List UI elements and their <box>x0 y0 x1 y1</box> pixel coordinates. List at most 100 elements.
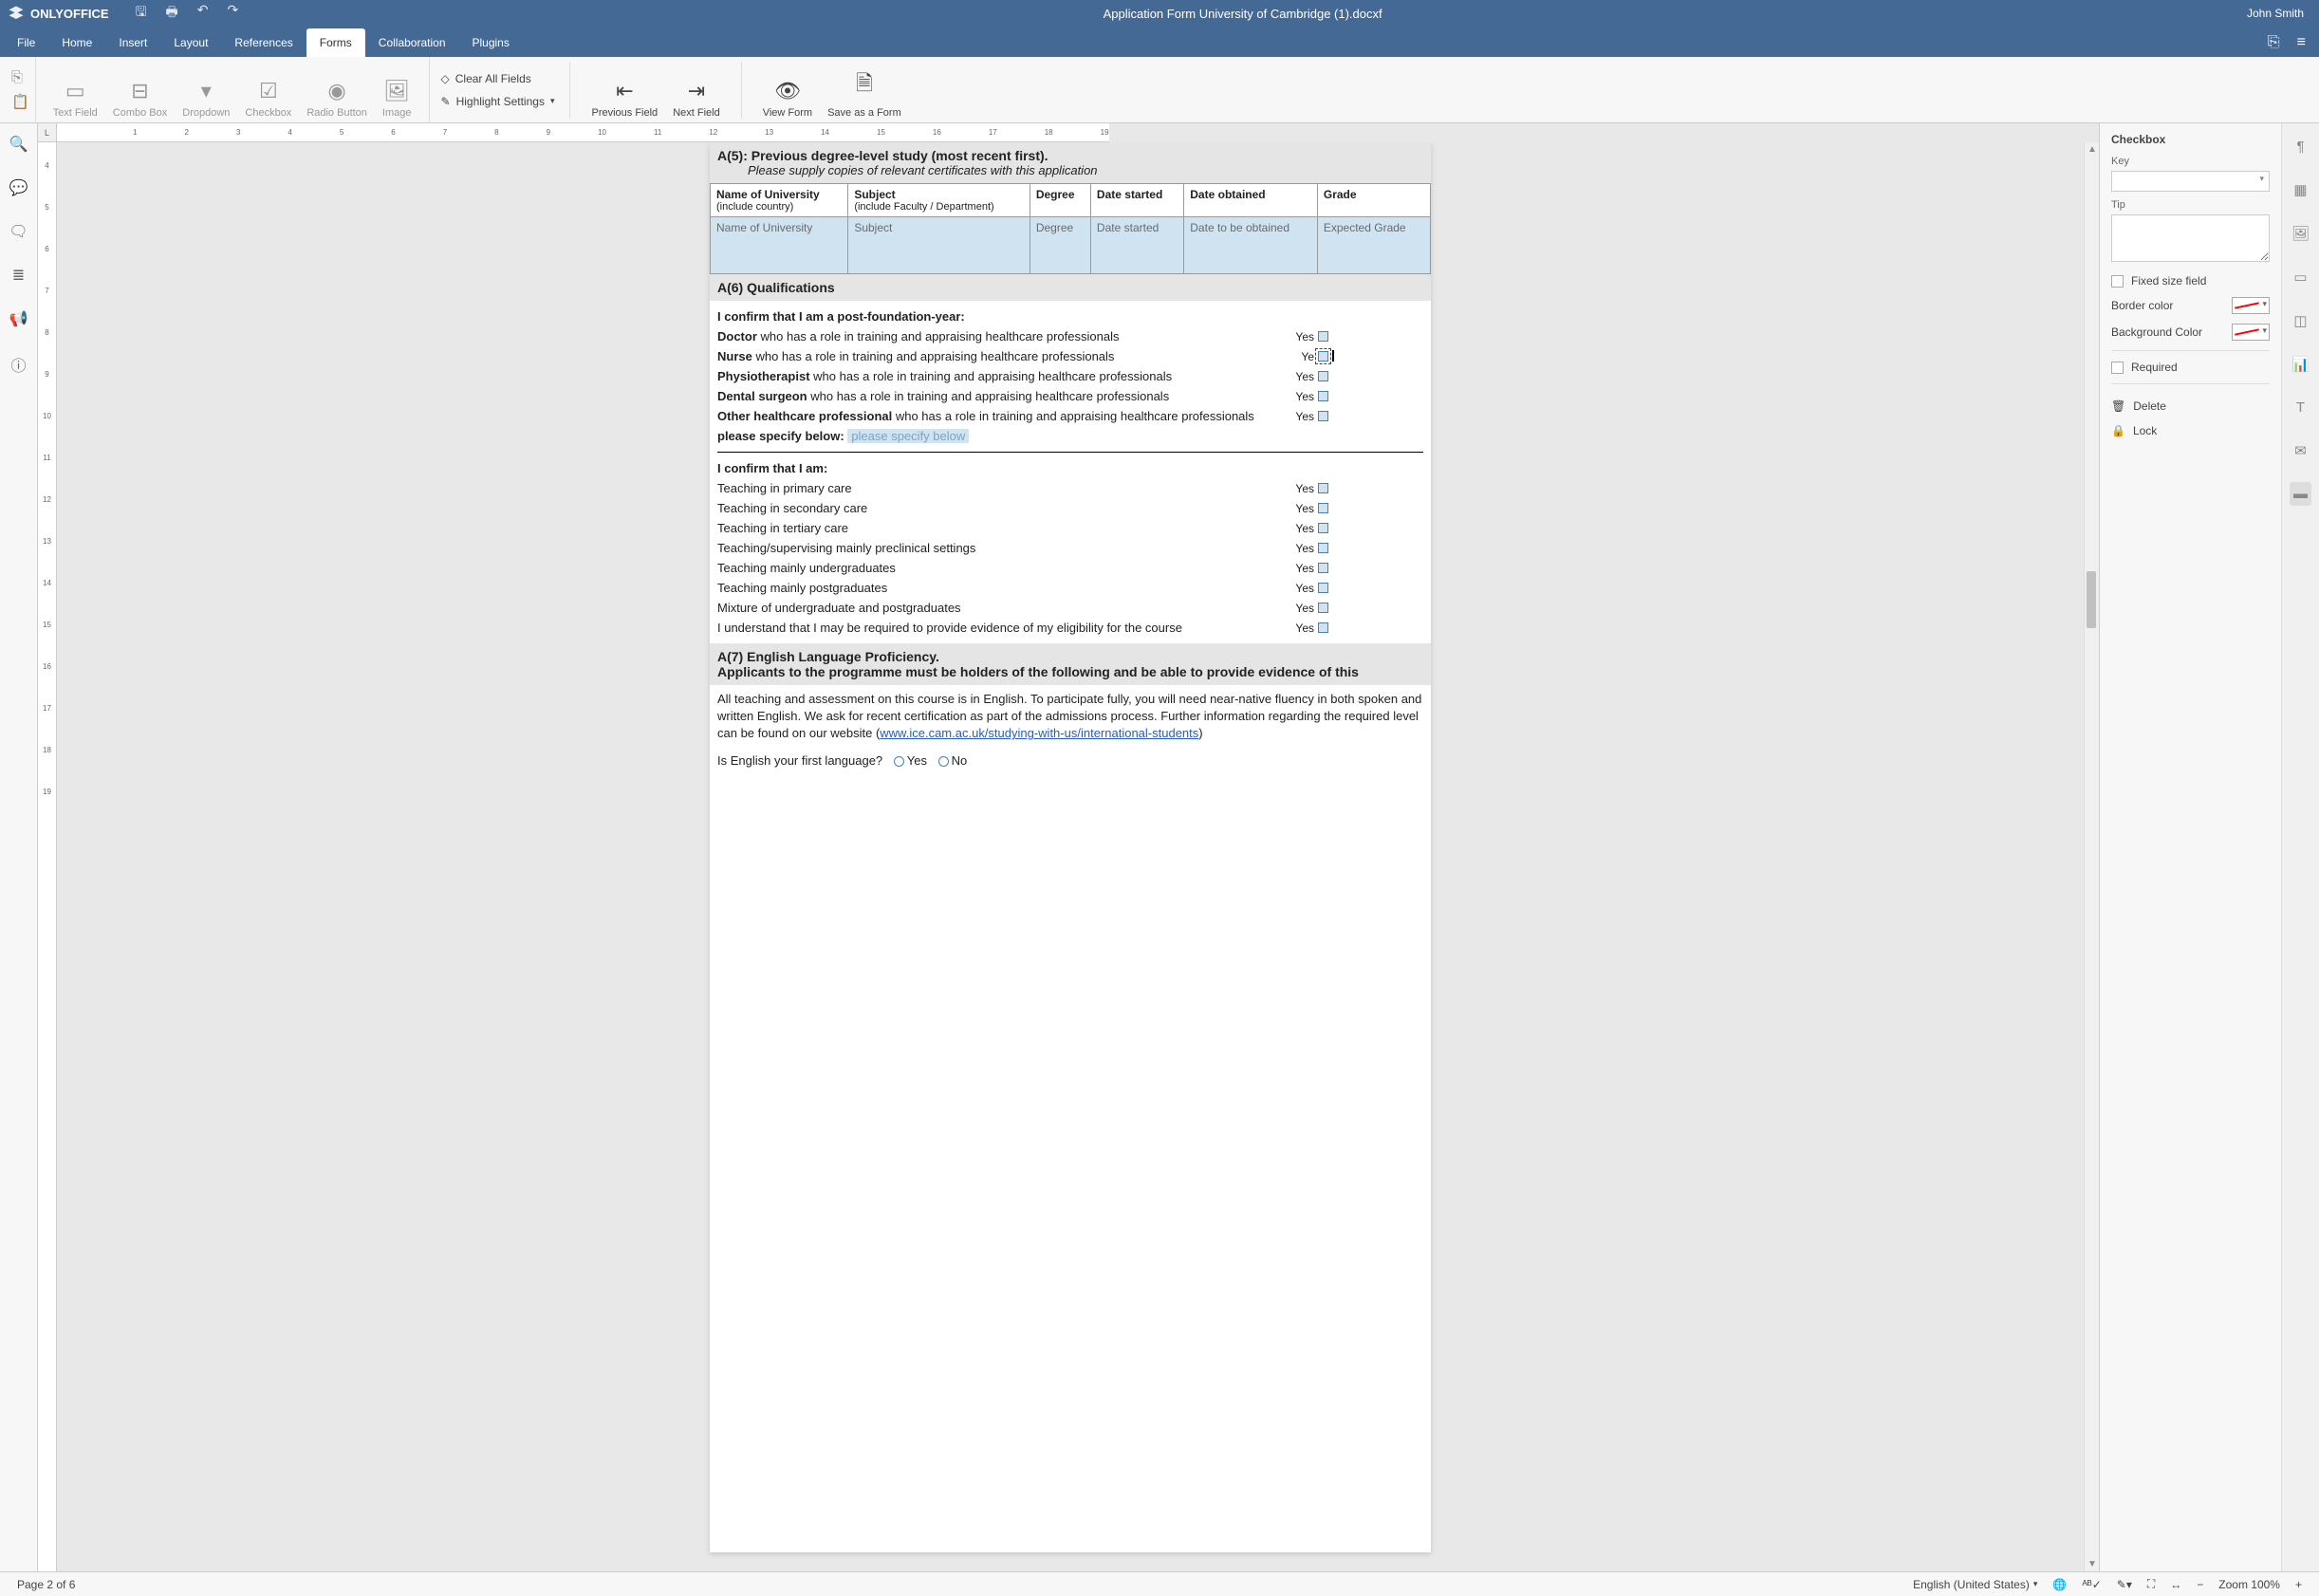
fit-page-icon[interactable]: ⛶ <box>2147 1577 2155 1591</box>
save-icon[interactable]: 🖫 <box>136 2 147 25</box>
find-icon[interactable]: 🔍 <box>9 135 28 154</box>
zoom-out-button[interactable]: − <box>2197 1578 2203 1591</box>
globe-icon[interactable]: 🌐 <box>2052 1578 2067 1591</box>
delete-button[interactable]: 🗑Delete <box>2111 394 2270 418</box>
horizontal-ruler[interactable]: 12345678910111213141516171819 <box>57 123 1109 142</box>
page-indicator[interactable]: Page 2 of 6 <box>17 1578 75 1591</box>
highlight-settings-button[interactable]: ✎Highlight Settings▾ <box>441 95 555 108</box>
chat-icon[interactable]: 🗨 <box>9 222 28 241</box>
yes-checkbox[interactable]: Yes <box>1295 602 1328 615</box>
field-started[interactable]: Date started <box>1090 217 1183 274</box>
radio-yes[interactable] <box>894 756 904 767</box>
trash-icon: 🗑 <box>2111 399 2125 413</box>
form-tab-icon[interactable]: ▬ <box>2290 482 2311 506</box>
fixed-size-row[interactable]: Fixed size field <box>2111 274 2270 288</box>
scrollbar-thumb[interactable] <box>2087 571 2096 628</box>
specify-field[interactable]: please specify below <box>847 429 969 443</box>
header-tab-icon[interactable]: ▭ <box>2290 265 2310 289</box>
yes-checkbox[interactable]: Yes <box>1295 622 1328 635</box>
field-grade[interactable]: Expected Grade <box>1317 217 1430 274</box>
field-obtained[interactable]: Date to be obtained <box>1184 217 1318 274</box>
save-as-form-button[interactable]: 🗎Save as a Form <box>820 65 909 122</box>
chart-tab-icon[interactable]: 📊 <box>2288 352 2313 377</box>
zoom-in-button[interactable]: + <box>2295 1578 2302 1591</box>
border-color-picker[interactable] <box>2232 297 2270 314</box>
copy-icon[interactable]: ⎘ <box>11 69 29 85</box>
yes-checkbox[interactable]: Ye <box>1301 350 1328 363</box>
feedback-icon[interactable]: 📢 <box>9 309 28 328</box>
col-university: Name of University(include country) <box>711 184 848 217</box>
field-subject[interactable]: Subject <box>848 217 1030 274</box>
track-changes-icon[interactable]: ✎▾ <box>2117 1578 2132 1591</box>
radio-button-button[interactable]: ◉Radio Button <box>299 65 375 122</box>
shape-tab-icon[interactable]: ◫ <box>2290 308 2310 333</box>
yes-checkbox[interactable]: Yes <box>1295 522 1328 535</box>
vertical-ruler[interactable]: 45678910111213141516171819 <box>38 142 57 1571</box>
chevron-down-icon[interactable]: ▾ <box>2259 174 2264 184</box>
key-input[interactable] <box>2111 171 2270 192</box>
tab-insert[interactable]: Insert <box>105 28 160 57</box>
dropdown-button[interactable]: ▾Dropdown <box>175 65 237 122</box>
yes-checkbox[interactable]: Yes <box>1295 410 1328 423</box>
table-tab-icon[interactable]: ▦ <box>2290 177 2310 202</box>
vertical-scrollbar[interactable]: ▲ ▼ <box>2084 142 2099 1571</box>
teaching-row: Mixture of undergraduate and postgraduat… <box>717 598 1423 618</box>
open-location-icon[interactable]: ⎘ <box>2268 34 2280 51</box>
mail-tab-icon[interactable]: ✉ <box>2291 438 2310 463</box>
document-canvas[interactable]: A(5): Previous degree-level study (most … <box>57 142 2084 1571</box>
previous-field-button[interactable]: ⇤Previous Field <box>584 65 665 122</box>
document-page[interactable]: A(5): Previous degree-level study (most … <box>710 142 1431 1552</box>
yes-checkbox[interactable]: Yes <box>1295 482 1328 495</box>
yes-checkbox[interactable]: Yes <box>1295 390 1328 403</box>
tab-forms[interactable]: Forms <box>306 28 365 57</box>
tab-layout[interactable]: Layout <box>160 28 221 57</box>
tab-home[interactable]: Home <box>48 28 105 57</box>
text-field-button[interactable]: ▭Text Field <box>46 65 105 122</box>
fixed-size-checkbox[interactable] <box>2111 275 2124 288</box>
checkbox-button[interactable]: ☑Checkbox <box>237 65 299 122</box>
next-field-button[interactable]: ⇥Next Field <box>665 65 728 122</box>
language-selector[interactable]: English (United States)▾ <box>1913 1578 2037 1591</box>
tip-input[interactable] <box>2111 214 2270 262</box>
required-checkbox[interactable] <box>2111 362 2124 374</box>
yes-checkbox[interactable]: Yes <box>1295 330 1328 343</box>
scroll-up-icon[interactable]: ▲ <box>2087 144 2097 155</box>
field-university[interactable]: Name of University <box>711 217 848 274</box>
comments-icon[interactable]: 💬 <box>9 178 28 197</box>
textart-tab-icon[interactable]: T <box>2292 396 2309 419</box>
tab-plugins[interactable]: Plugins <box>459 28 523 57</box>
field-degree[interactable]: Degree <box>1030 217 1090 274</box>
about-icon[interactable]: ⓘ <box>10 353 26 376</box>
combo-box-button[interactable]: ⊟Combo Box <box>105 65 175 122</box>
user-name[interactable]: John Smith <box>2247 7 2304 20</box>
zoom-level[interactable]: Zoom 100% <box>2218 1578 2280 1591</box>
image-button[interactable]: 🖼Image <box>375 65 419 122</box>
redo-icon[interactable]: ↷ <box>227 2 238 25</box>
tab-file[interactable]: File <box>4 28 48 57</box>
yes-checkbox[interactable]: Yes <box>1295 582 1328 595</box>
hamburger-icon[interactable]: ≡ <box>2297 34 2306 51</box>
yes-checkbox[interactable]: Yes <box>1295 502 1328 515</box>
undo-icon[interactable]: ↶ <box>197 2 209 25</box>
bg-color-picker[interactable] <box>2232 324 2270 341</box>
required-row[interactable]: Required <box>2111 361 2270 374</box>
fit-width-icon[interactable]: ↔ <box>2170 1578 2181 1591</box>
tab-collaboration[interactable]: Collaboration <box>365 28 459 57</box>
yes-checkbox[interactable]: Yes <box>1295 562 1328 575</box>
image-tab-icon[interactable]: 🖼 <box>2288 221 2313 246</box>
tab-references[interactable]: References <box>221 28 306 57</box>
left-sidebar: 🔍 💬 🗨 ≣ 📢 ⓘ <box>0 123 38 1571</box>
paste-icon[interactable]: 📋 <box>11 93 29 110</box>
print-icon[interactable]: 🖶 <box>166 2 178 25</box>
scroll-down-icon[interactable]: ▼ <box>2087 1559 2097 1569</box>
yes-checkbox[interactable]: Yes <box>1295 370 1328 383</box>
yes-checkbox[interactable]: Yes <box>1295 542 1328 555</box>
website-link[interactable]: www.ice.cam.ac.uk/studying-with-us/inter… <box>880 726 1198 740</box>
paragraph-tab-icon[interactable]: ¶ <box>2292 135 2308 158</box>
spellcheck-icon[interactable]: ᴬᴮ✓ <box>2082 1578 2101 1591</box>
clear-all-fields-button[interactable]: ◇Clear All Fields <box>441 72 555 85</box>
lock-button[interactable]: 🔒Lock <box>2111 418 2270 443</box>
navigation-icon[interactable]: ≣ <box>12 266 25 285</box>
radio-no[interactable] <box>938 756 949 767</box>
view-form-button[interactable]: 👁View Form <box>755 65 820 122</box>
